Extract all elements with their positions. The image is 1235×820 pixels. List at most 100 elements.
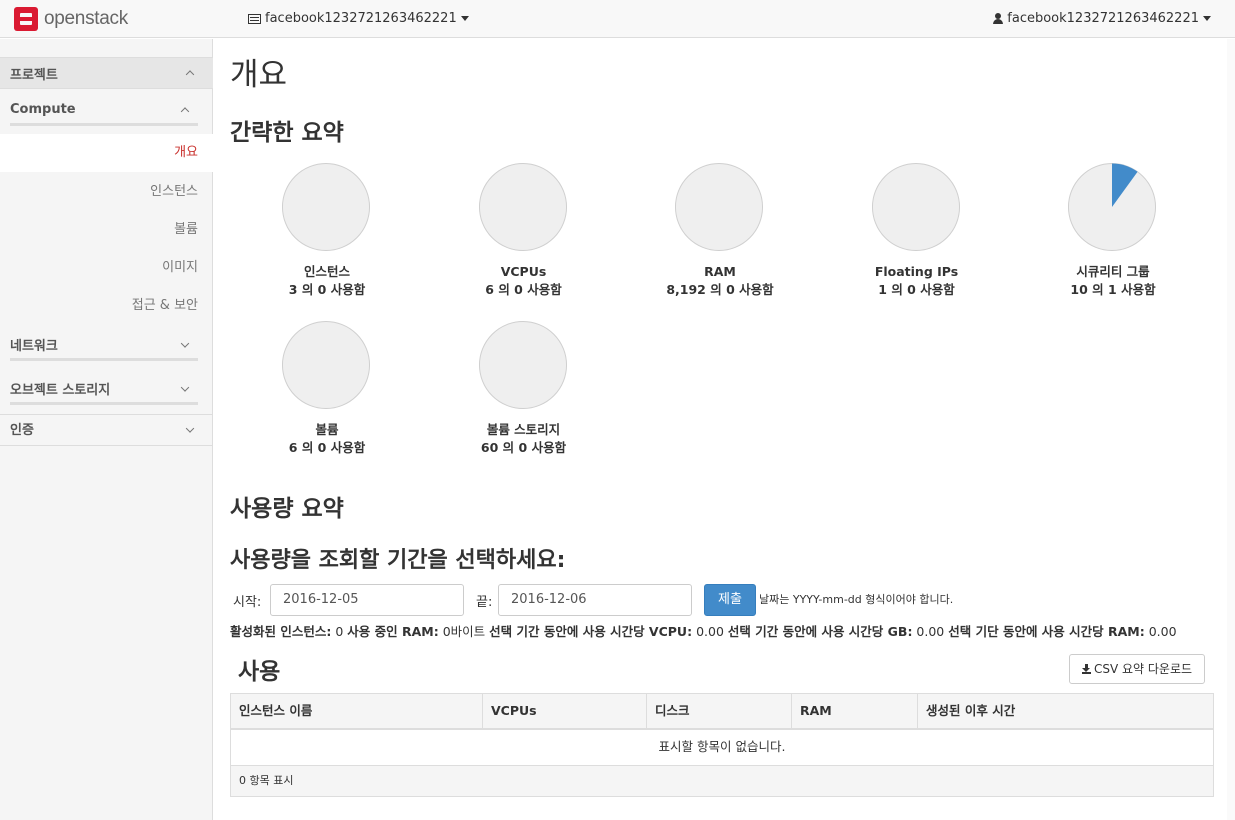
quota-pie-chart [871, 162, 960, 252]
sidebar: 프로젝트 Compute 개요 인스턴스 볼륨 이미지 접근 & 보안 네트워크… [0, 39, 213, 820]
sidebar-section-label: 오브젝트 스토리지 [10, 383, 111, 398]
chevron-up-icon [180, 106, 190, 116]
sidebar-section-project[interactable]: 프로젝트 [0, 57, 213, 89]
csv-download-button[interactable]: CSV 요약 다운로드 [1069, 654, 1205, 684]
date-format-hint: 날짜는 YYYY-mm-dd 형식이어야 합니다. [759, 593, 954, 606]
sidebar-section-label: 프로젝트 [10, 67, 58, 83]
end-date-label: 끝: [476, 595, 493, 610]
chevron-down-icon [185, 424, 195, 433]
start-date-input[interactable]: 2016-12-05 [270, 584, 464, 616]
list-icon [248, 13, 261, 24]
pie-background [281, 162, 371, 252]
stat-value: 0 [335, 624, 344, 639]
stat-label: 선택 기간 동안에 사용 시간당 GB: [727, 624, 913, 639]
stat-value: 0.00 [696, 624, 724, 639]
sidebar-section-label: 인증 [10, 423, 34, 438]
chevron-down-icon [180, 382, 190, 392]
column-header-ram[interactable]: RAM [792, 694, 918, 728]
submit-button[interactable]: 제출 [704, 584, 756, 616]
column-header-disk[interactable]: 디스크 [647, 694, 792, 728]
quota-pie-chart [281, 320, 371, 410]
quota-label: 볼륨 스토리지 60 의 0 사용함 [424, 421, 624, 457]
caret-down-icon [460, 16, 469, 21]
sidebar-section-object-storage[interactable]: 오브젝트 스토리지 [10, 375, 198, 405]
sidebar-item-access-security[interactable]: 접근 & 보안 [0, 287, 213, 325]
scrollbar[interactable] [1227, 39, 1235, 820]
page-title: 개요 [230, 57, 288, 93]
sidebar-section-network[interactable]: 네트워크 [10, 331, 198, 361]
sidebar-item-images[interactable]: 이미지 [0, 249, 213, 287]
pie-background [871, 162, 960, 252]
quota-name: 볼륨 스토리지 [486, 422, 561, 437]
user-name: facebook1232721263462221 [1007, 11, 1199, 26]
user-icon [993, 13, 1004, 24]
usage-stats: 활성화된 인스턴스: 0 사용 중인 RAM: 0바이트 선택 기간 동안에 사… [230, 621, 1177, 640]
limit-summary-heading: 간략한 요약 [230, 120, 344, 146]
sidebar-item-overview[interactable]: 개요 [0, 134, 213, 172]
user-menu[interactable]: facebook1232721263462221 [993, 11, 1211, 26]
stat-value: 0.00 [916, 624, 945, 639]
period-heading: 사용량을 조회할 기간을 선택하세요: [230, 548, 566, 573]
sidebar-item-instances[interactable]: 인스턴스 [0, 173, 213, 211]
quota-usage-text: 1 의 0 사용함 [878, 282, 955, 297]
top-bar: openstack facebook1232721263462221 faceb… [0, 0, 1235, 38]
stat-value: 0바이트 [442, 624, 486, 639]
start-date-label: 시작: [233, 595, 262, 610]
sidebar-section-compute[interactable]: Compute [10, 96, 198, 126]
quota-label: 볼륨 6 의 0 사용함 [227, 421, 427, 457]
sidebar-section-identity[interactable]: 인증 [0, 414, 213, 446]
quota-usage-text: 10 의 1 사용함 [1070, 282, 1156, 297]
quota-name: Floating IPs [874, 264, 959, 279]
table-footer: 0 항목 표시 [231, 766, 1213, 796]
quota-name: VCPUs [500, 264, 547, 279]
stat-label: 선택 기간 동안에 사용 시간당 VCPU: [489, 624, 693, 639]
chevron-up-icon [185, 70, 195, 79]
logo-text: openstack [44, 8, 128, 29]
sidebar-item-volumes[interactable]: 볼륨 [0, 211, 213, 249]
chevron-down-icon [180, 338, 190, 348]
quota-name: 볼륨 [315, 422, 339, 437]
quota-pie-chart [1067, 162, 1157, 252]
quota-name: 시큐리티 그룹 [1076, 264, 1150, 279]
pie-background [281, 320, 371, 410]
sidebar-section-label: Compute [10, 102, 76, 117]
stat-label: 활성화된 인스턴스: [230, 624, 332, 639]
csv-button-label: CSV 요약 다운로드 [1093, 662, 1193, 676]
quota-label: VCPUs 6 의 0 사용함 [424, 263, 624, 299]
stat-value: 0.00 [1148, 624, 1177, 639]
quota-usage-text: 60 의 0 사용함 [480, 440, 567, 455]
usage-table-heading: 사용 [238, 659, 281, 685]
end-date-input[interactable]: 2016-12-06 [498, 584, 692, 616]
quota-pie-chart [674, 162, 764, 252]
openstack-logo-icon [14, 7, 38, 31]
quota-name: 인스턴스 [303, 264, 350, 279]
stat-label: 사용 중인 RAM: [347, 624, 439, 639]
download-icon [1081, 664, 1091, 674]
quota-label: 인스턴스 3 의 0 사용함 [227, 263, 427, 299]
quota-pie-chart [478, 320, 567, 410]
table-empty-row: 표시할 항목이 없습니다. [231, 730, 1213, 766]
quota-usage-text: 6 의 0 사용함 [485, 282, 562, 297]
column-header-uptime[interactable]: 생성된 이후 시간 [918, 694, 1213, 728]
quota-label: RAM 8,192 의 0 사용함 [620, 263, 820, 299]
usage-table: 인스턴스 이름 VCPUs 디스크 RAM 생성된 이후 시간 표시할 항목이 … [230, 693, 1214, 797]
quota-label: Floating IPs 1 의 0 사용함 [817, 263, 1017, 299]
stat-label: 선택 기단 동안에 사용 시간당 RAM: [948, 624, 1145, 639]
pie-background [478, 162, 567, 252]
quota-pie-chart [281, 162, 371, 252]
quota-pie-chart [478, 162, 567, 252]
column-header-instance-name[interactable]: 인스턴스 이름 [231, 694, 483, 728]
usage-summary-heading: 사용량 요약 [230, 496, 344, 522]
pie-background [478, 320, 567, 410]
project-selector[interactable]: facebook1232721263462221 [248, 11, 469, 26]
sidebar-section-label: 네트워크 [10, 339, 58, 354]
pie-background [674, 162, 764, 252]
project-name: facebook1232721263462221 [265, 11, 457, 26]
quota-usage-text: 6 의 0 사용함 [288, 440, 366, 455]
quota-name: RAM [704, 264, 736, 279]
column-header-vcpus[interactable]: VCPUs [483, 694, 647, 728]
openstack-logo[interactable]: openstack [14, 7, 128, 31]
quota-label: 시큐리티 그룹 10 의 1 사용함 [1013, 263, 1213, 299]
table-header: 인스턴스 이름 VCPUs 디스크 RAM 생성된 이후 시간 [231, 694, 1213, 730]
caret-down-icon [1203, 16, 1211, 21]
